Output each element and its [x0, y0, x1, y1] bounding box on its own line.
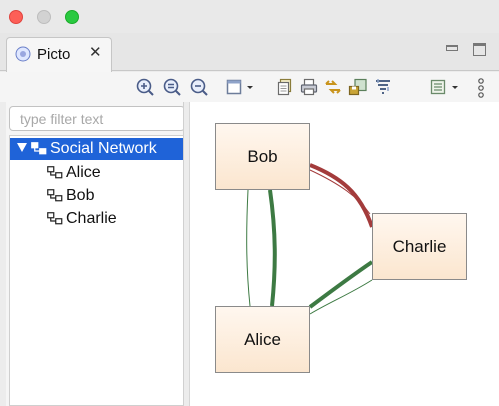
tree-item-label: Social Network [50, 140, 157, 157]
zoom-reset-icon[interactable] [163, 78, 181, 96]
filter-icon[interactable] [374, 78, 392, 96]
view-menu-icon[interactable] [430, 78, 462, 96]
minimize-window-button[interactable] [37, 10, 51, 24]
tree-item-label: Alice [66, 164, 101, 181]
graph-node-charlie[interactable]: Charlie [372, 213, 467, 280]
more-icon[interactable] [476, 78, 486, 98]
zoom-window-button[interactable] [65, 10, 79, 24]
layout-dropdown-icon[interactable] [226, 78, 256, 96]
tree-item-charlie[interactable]: Charlie [10, 208, 189, 230]
node-label: Bob [247, 146, 278, 166]
tree-item-label: Charlie [66, 210, 117, 227]
node-label: Charlie [392, 236, 447, 256]
graph-canvas[interactable]: Bob Charlie Alice [189, 102, 499, 406]
element-icon [31, 142, 47, 155]
window-titlebar [0, 0, 499, 33]
zoom-out-icon[interactable] [190, 78, 208, 96]
copy-icon[interactable] [276, 78, 294, 96]
tree-item-alice[interactable]: Alice [10, 162, 189, 184]
tree-item-social-network[interactable]: Social Network [10, 138, 189, 160]
minimize-view-button[interactable] [446, 45, 458, 51]
edge-bob-to-alice[interactable] [268, 189, 277, 307]
element-icon [47, 189, 63, 202]
element-icon [47, 212, 63, 225]
edge-alice-to-bob[interactable] [246, 189, 251, 307]
save-image-icon[interactable] [348, 78, 368, 96]
maximize-view-button[interactable] [473, 43, 486, 56]
export-icon[interactable] [324, 78, 342, 96]
print-icon[interactable] [300, 78, 318, 96]
element-icon [47, 166, 63, 179]
tree-item-bob[interactable]: Bob [10, 185, 189, 207]
zoom-in-icon[interactable] [136, 78, 154, 96]
chevron-down-icon[interactable] [17, 143, 27, 152]
node-label: Alice [244, 329, 281, 349]
close-window-button[interactable] [9, 10, 23, 24]
model-tree: Social Network Alice Bob Charlie [9, 135, 189, 406]
tree-item-label: Bob [66, 187, 95, 204]
edge-charlie-to-alice[interactable] [308, 260, 374, 309]
tab-label: Picto [37, 46, 71, 63]
graph-node-bob[interactable]: Bob [215, 123, 310, 190]
view-tab-bar: Picto ✕ [0, 33, 499, 72]
view-toolbar [0, 72, 499, 102]
graph-node-alice[interactable]: Alice [215, 306, 310, 373]
filter-input[interactable] [9, 106, 185, 131]
picto-icon [15, 46, 31, 62]
close-tab-icon[interactable]: ✕ [89, 43, 102, 61]
tab-picto[interactable]: Picto ✕ [6, 37, 112, 72]
